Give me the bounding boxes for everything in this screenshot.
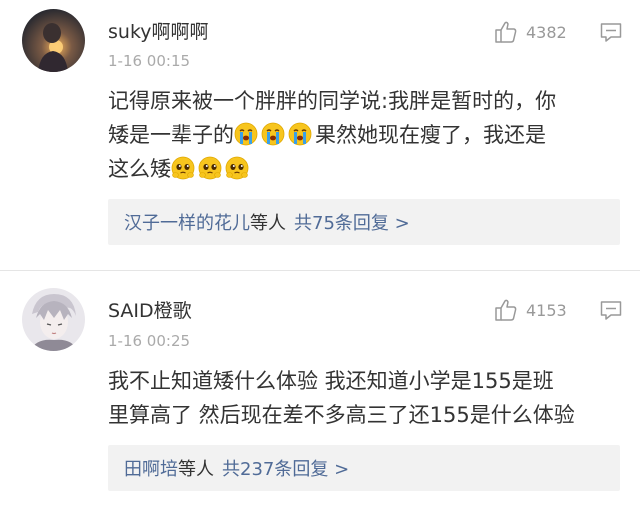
comment-text: 我不止知道矮什么体验 我还知道小学是155是班 里算高了 然后现在差不多高三了还… (108, 364, 628, 432)
comment-line: 记得原来被一个胖胖的同学说:我胖是暂时的，你 (108, 89, 557, 113)
comment-icon[interactable] (600, 22, 622, 43)
comment-text: 记得原来被一个胖胖的同学说:我胖是暂时的，你 矮是一辈子的 果然她现在瘦了，我还是… (108, 84, 628, 186)
thumbs-up-icon (495, 21, 517, 43)
comment-line: 我不止知道矮什么体验 我还知道小学是155是班 (108, 369, 554, 393)
avatar[interactable] (22, 9, 85, 72)
crying-face-emoji (234, 122, 258, 146)
like-count: 4382 (526, 22, 567, 42)
reply-names[interactable]: 田啊培 (124, 455, 178, 481)
username[interactable]: suky啊啊啊 (108, 17, 209, 44)
reply-names[interactable]: 汉子一样的花儿 (124, 209, 250, 235)
timestamp: 1-16 00:15 (108, 52, 191, 70)
crying-face-emoji (261, 122, 285, 146)
reply-others-label: 等人 (250, 213, 286, 234)
reply-count-link[interactable]: 共237条回复 > (222, 455, 349, 481)
thumbs-up-icon (495, 299, 517, 321)
replies-summary[interactable]: 田啊培 等人 共237条回复 > (108, 445, 620, 491)
pleading-face-emoji (171, 156, 195, 180)
comment-text-segment: 这么矮 (108, 157, 171, 181)
like-count: 4153 (526, 300, 567, 320)
pleading-face-emoji (225, 156, 249, 180)
username[interactable]: SAID橙歌 (108, 296, 192, 323)
comment-text-segment: 矮是一辈子的 (108, 123, 234, 147)
replies-summary[interactable]: 汉子一样的花儿 等人 共75条回复 > (108, 199, 620, 245)
timestamp: 1-16 00:25 (108, 332, 191, 350)
like-button[interactable]: 4382 (494, 20, 567, 44)
avatar[interactable] (22, 288, 85, 351)
reply-others-label: 等人 (178, 459, 214, 480)
comment-item: SAID橙歌 1-16 00:25 4153 我不止知道矮什么体验 我还知道小学… (0, 270, 640, 506)
pleading-face-emoji (198, 156, 222, 180)
comment-line: 这么矮 (108, 152, 628, 186)
crying-face-emoji (288, 122, 312, 146)
comment-line: 里算高了 然后现在差不多高三了还155是什么体验 (108, 403, 575, 427)
comment-item: suky啊啊啊 1-16 00:15 4382 记得原来被一个胖胖的同学说:我胖… (0, 0, 640, 270)
comment-line: 矮是一辈子的 果然她现在瘦了，我还是 (108, 118, 628, 152)
like-button[interactable]: 4153 (494, 298, 567, 322)
comment-icon[interactable] (600, 300, 622, 321)
reply-count-link[interactable]: 共75条回复 > (294, 209, 410, 235)
comment-text-segment: 果然她现在瘦了，我还是 (315, 123, 546, 147)
